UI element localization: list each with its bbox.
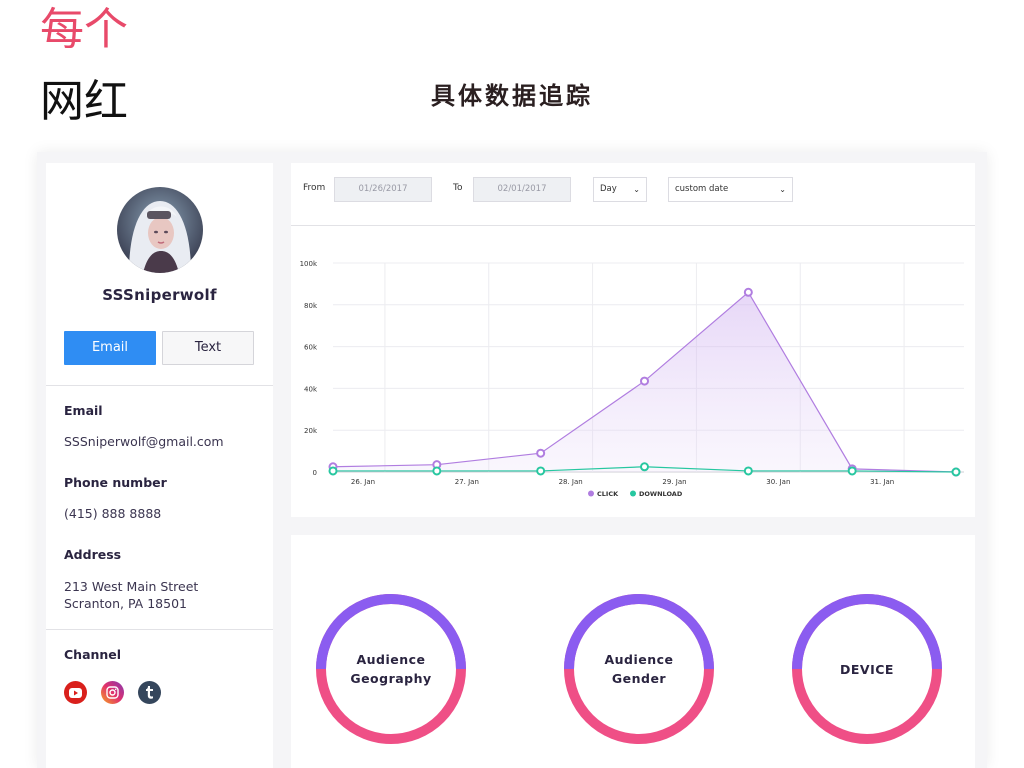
data-point (640, 376, 649, 386)
divider (46, 385, 273, 386)
x-tick-label: 26. Jan (351, 478, 375, 486)
y-tick-label: 40k (304, 385, 318, 393)
x-tick-label: 29. Jan (662, 478, 686, 486)
address-line-2: Scranton, PA 18501 (64, 596, 187, 611)
line-chart: 0 20k 40k 60k 80k 100k 26. Jan 27. Jan 28. Jan 29… (300, 260, 964, 498)
tumblr-icon[interactable] (138, 681, 161, 704)
donut-label: Audience Gender (563, 593, 715, 745)
data-point (847, 466, 857, 476)
username: SSSniperwolf (102, 286, 217, 304)
data-point (743, 287, 753, 297)
channel-label: Channel (64, 647, 122, 662)
y-tick-label: 0 (313, 469, 317, 477)
donut-label-line-1: Audience (356, 652, 426, 667)
y-tick-label: 20k (304, 427, 318, 435)
email-label: Email (64, 403, 103, 418)
data-point (536, 466, 546, 476)
profile-card: SSSniperwolf Email Text Email SSSniperwo… (46, 163, 273, 768)
granularity-select[interactable]: Day ⌄ (593, 177, 647, 202)
address-label: Address (64, 547, 122, 562)
audience-card: Audience Geography Audience Gender DEVICE (291, 535, 975, 768)
data-point (743, 466, 753, 476)
phone-label: Phone number (64, 475, 167, 490)
donut-device[interactable]: DEVICE (791, 593, 943, 745)
x-tick-label: 30. Jan (766, 478, 790, 486)
youtube-icon[interactable] (64, 681, 87, 704)
legend-marker (630, 490, 636, 497)
granularity-value: Day (600, 184, 617, 194)
y-tick-label: 100k (300, 260, 318, 268)
data-point (432, 466, 442, 476)
avatar (117, 187, 203, 273)
instagram-icon[interactable] (101, 681, 124, 704)
donut-label: DEVICE (791, 593, 943, 745)
donut-geography[interactable]: Audience Geography (315, 593, 467, 745)
range-value: custom date (675, 184, 729, 194)
email-value: SSSniperwolf@gmail.com (64, 434, 224, 449)
legend-label: DOWNLOAD (639, 490, 683, 498)
x-tick-label: 31. Jan (870, 478, 894, 486)
data-point (536, 448, 546, 458)
chevron-down-icon: ⌄ (633, 185, 640, 194)
page-title: 具体数据追踪 (431, 82, 593, 110)
y-tick-label: 60k (304, 344, 318, 352)
to-label: To (453, 183, 463, 193)
y-tick-label: 80k (304, 302, 318, 310)
donut-gender[interactable]: Audience Gender (563, 593, 715, 745)
data-point (640, 462, 649, 472)
divider (46, 629, 273, 630)
from-date-input[interactable]: 01/26/2017 (334, 177, 432, 202)
address-line-1: 213 West Main Street (64, 579, 199, 594)
legend-label: CLICK (597, 490, 619, 498)
email-button[interactable]: Email (64, 331, 156, 365)
donut-label-line-2: Gender (611, 671, 667, 686)
text-button[interactable]: Text (162, 331, 254, 365)
donut-label: Audience Geography (315, 593, 467, 745)
data-point (328, 466, 338, 476)
range-select[interactable]: custom date ⌄ (668, 177, 793, 202)
data-point (951, 467, 961, 477)
x-tick-label: 27. Jan (455, 478, 479, 486)
channel-list (64, 681, 161, 704)
chevron-down-icon: ⌄ (779, 185, 786, 194)
date-filter-bar: From 01/26/2017 To 02/01/2017 Day ⌄ cust… (291, 163, 975, 226)
donut-label-line-2: Geography (350, 671, 432, 686)
from-label: From (303, 183, 326, 193)
x-tick-label: 28. Jan (559, 478, 583, 486)
chart-card: From 01/26/2017 To 02/01/2017 Day ⌄ cust… (291, 163, 975, 517)
donut-label-line-1: DEVICE (840, 661, 894, 677)
to-date-input[interactable]: 02/01/2017 (473, 177, 571, 202)
phone-value: (415) 888 8888 (64, 506, 162, 521)
donut-label-line-1: Audience (604, 652, 674, 667)
legend-marker (588, 490, 594, 497)
brand-line-1: 每个 (40, 4, 128, 55)
